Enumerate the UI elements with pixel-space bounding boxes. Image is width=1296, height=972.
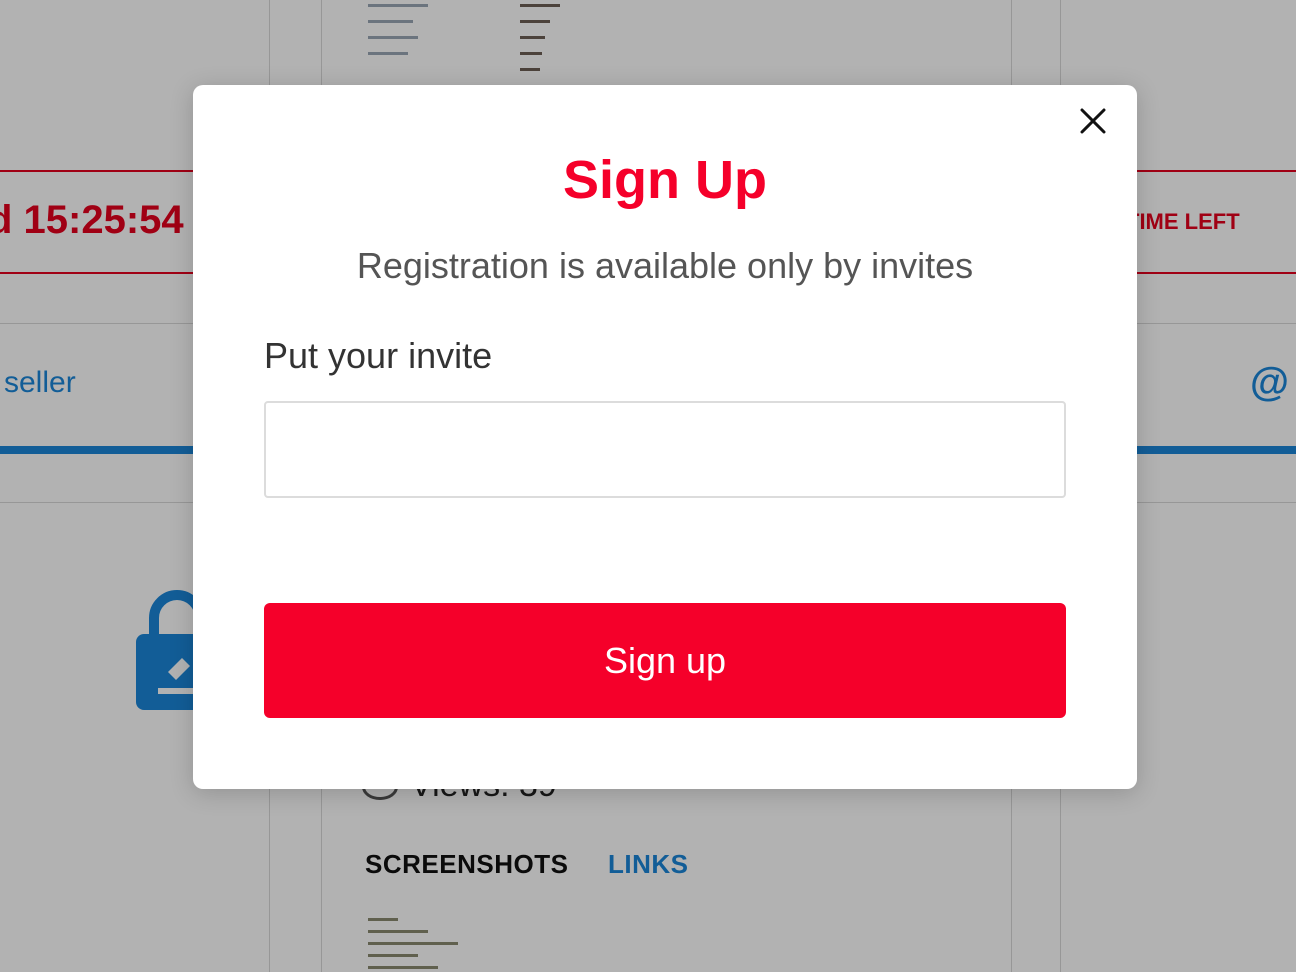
- signup-modal: Sign Up Registration is available only b…: [193, 85, 1137, 789]
- invite-input[interactable]: [264, 401, 1066, 498]
- close-icon: [1080, 108, 1106, 134]
- sign-up-button[interactable]: Sign up: [264, 603, 1066, 718]
- close-button[interactable]: [1075, 103, 1111, 139]
- modal-title: Sign Up: [563, 150, 767, 210]
- modal-subtitle: Registration is available only by invite…: [356, 245, 974, 286]
- invite-field-label: Put your invite: [264, 335, 493, 376]
